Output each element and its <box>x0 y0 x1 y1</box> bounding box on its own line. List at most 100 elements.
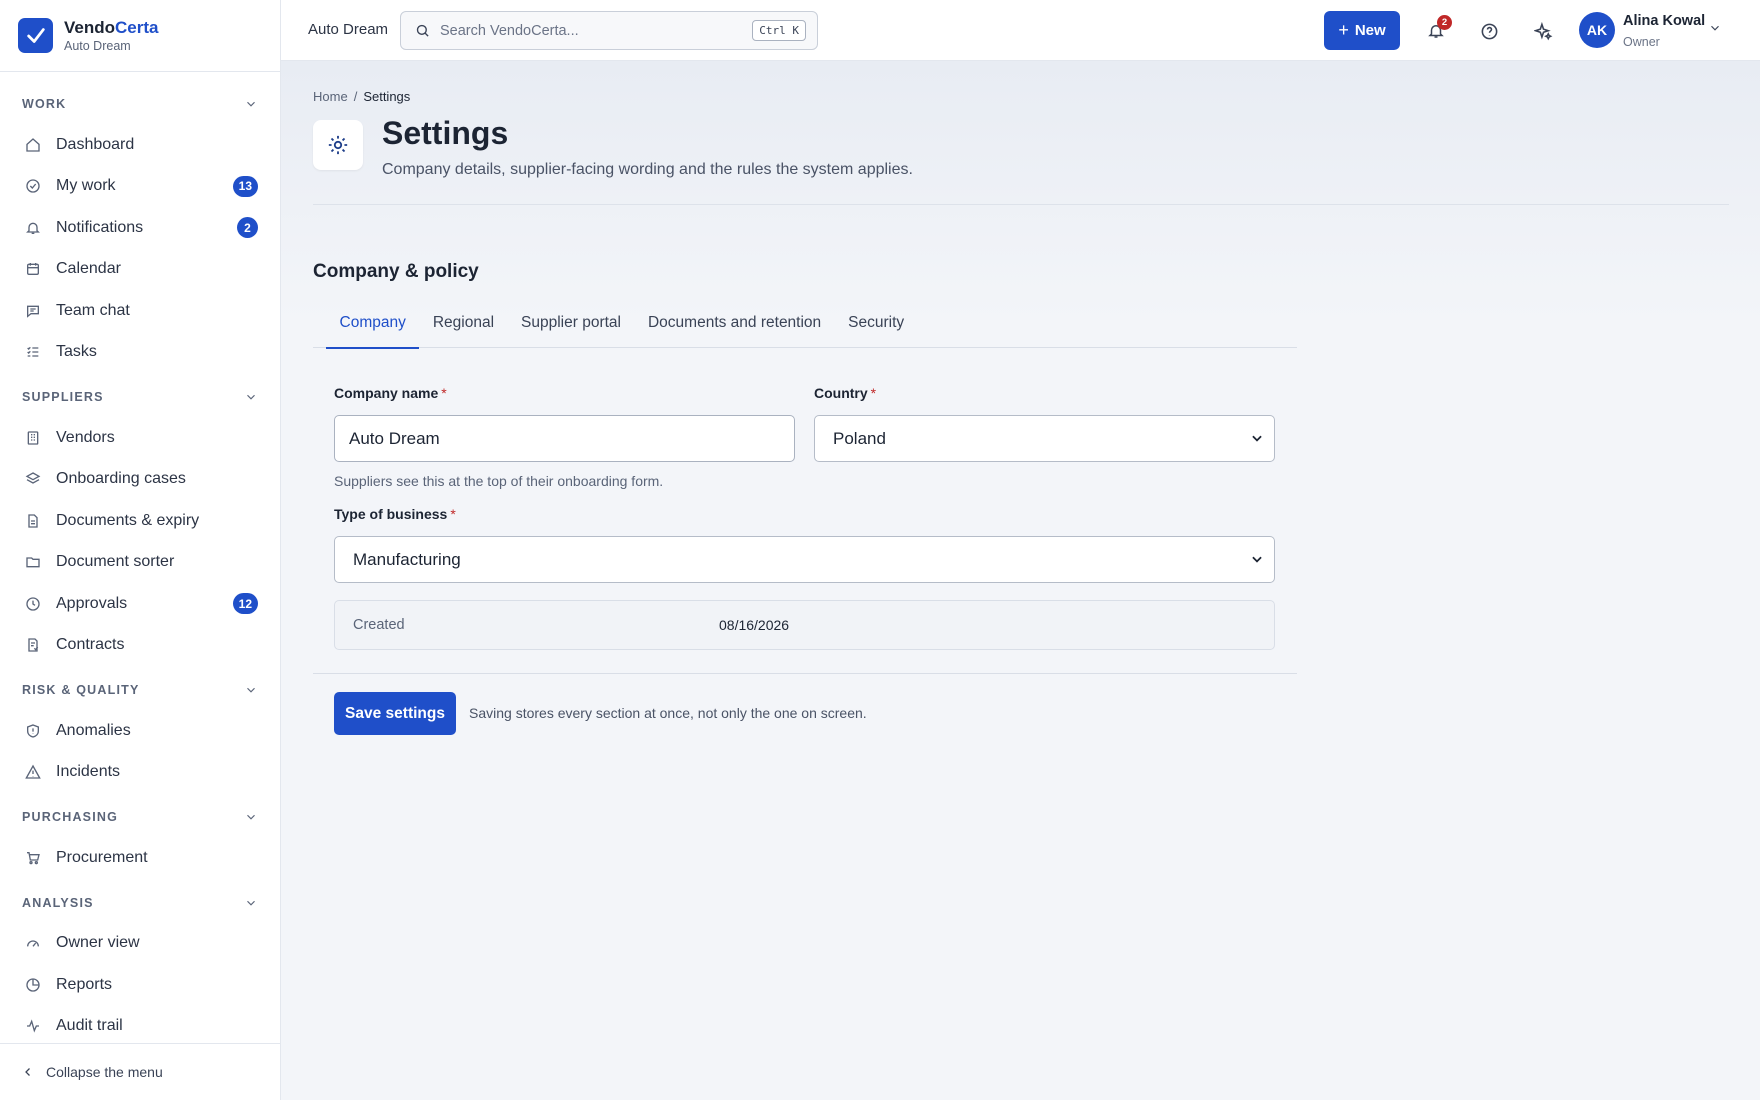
main-content: Home / Settings Settings Company details, … <box>281 61 1760 1100</box>
breadcrumb-current: Settings <box>363 89 411 104</box>
chevron-down-icon[interactable] <box>1708 21 1722 35</box>
page-subtitle: Company details, supplier-facing wording… <box>382 161 913 178</box>
tab-company[interactable]: Company <box>326 310 420 349</box>
chevron-left-icon <box>25 1068 30 1076</box>
section-suppliers[interactable]: SUPPLIERS <box>0 377 280 417</box>
clock-icon <box>24 595 42 613</box>
breadcrumb-home[interactable]: Home <box>313 89 348 104</box>
sidebar-item-anomalies[interactable]: Anomalies <box>0 710 280 752</box>
calendar-icon <box>24 260 42 278</box>
chevron-down-icon <box>247 900 255 906</box>
plus-icon: + <box>1338 20 1349 40</box>
new-button[interactable]: + New <box>1324 11 1400 50</box>
sidebar: VendoCerta Auto Dream WORK Dashboard My … <box>0 0 281 1100</box>
help-button[interactable] <box>1477 19 1501 43</box>
company-name-field[interactable]: Auto Dream <box>334 415 795 462</box>
cart-icon <box>24 849 42 867</box>
section-analysis[interactable]: ANALYSIS <box>0 883 280 923</box>
notification-count-badge: 2 <box>1437 15 1452 30</box>
current-org[interactable]: Auto Dream <box>308 21 388 38</box>
sidebar-item-reports[interactable]: Reports <box>0 964 280 1006</box>
sidebar-item-notifications[interactable]: Notifications 2 <box>0 207 280 249</box>
country-select[interactable]: Poland <box>814 415 1275 462</box>
chevron-down-icon <box>247 101 255 107</box>
topbar: Auto Dream Search VendoCerta... Ctrl K +… <box>281 0 1760 61</box>
notifications-count-badge: 2 <box>237 217 258 239</box>
sidebar-item-vendors[interactable]: Vendors <box>0 417 280 459</box>
page-title: Settings <box>382 115 509 151</box>
search-placeholder: Search VendoCerta... <box>440 22 579 39</box>
created-value: 08/16/2026 <box>719 617 790 633</box>
activity-icon <box>24 1017 42 1035</box>
document-icon <box>24 512 42 530</box>
created-readonly-row: Created 08/16/2026 <box>334 600 1275 650</box>
brand-org: Auto Dream <box>64 39 131 53</box>
settings-gear-icon <box>313 120 363 170</box>
check-circle-icon <box>24 177 42 195</box>
approvals-count-badge: 12 <box>232 593 258 615</box>
chevron-down-icon <box>247 687 255 693</box>
chat-icon <box>24 302 42 320</box>
tab-regional[interactable]: Regional <box>419 310 507 348</box>
brand[interactable]: VendoCerta Auto Dream <box>0 0 280 72</box>
layers-icon <box>24 470 42 488</box>
settings-tabs: Company Regional Supplier portal Documen… <box>313 310 1297 349</box>
business-type-label: Type of business * <box>334 506 456 522</box>
bell-icon <box>24 219 42 237</box>
tab-documents-retention[interactable]: Documents and retention <box>634 310 834 348</box>
tab-security[interactable]: Security <box>835 310 918 348</box>
pie-chart-icon <box>24 976 42 994</box>
chevron-down-icon <box>247 394 255 400</box>
notifications-button[interactable]: 2 <box>1424 15 1452 43</box>
divider <box>313 204 1729 205</box>
sidebar-item-document-sorter[interactable]: Document sorter <box>0 542 280 584</box>
sidebar-item-contracts[interactable]: Contracts <box>0 625 280 667</box>
company-name-hint: Suppliers see this at the top of their o… <box>334 473 664 489</box>
section-purchasing[interactable]: PURCHASING <box>0 797 280 837</box>
divider <box>313 673 1297 674</box>
section-work[interactable]: WORK <box>0 84 280 124</box>
collapse-menu-button[interactable]: Collapse the menu <box>0 1043 280 1100</box>
save-note: Saving stores every section at once, not… <box>469 705 867 721</box>
sidebar-item-audit-trail[interactable]: Audit trail <box>0 1006 280 1048</box>
country-value: Poland <box>833 428 886 448</box>
my-work-count-badge: 13 <box>232 175 258 197</box>
sidebar-item-calendar[interactable]: Calendar <box>0 249 280 291</box>
sidebar-item-documents-expiry[interactable]: Documents & expiry <box>0 500 280 542</box>
company-name-label: Company name * <box>334 385 447 401</box>
folder-icon <box>24 553 42 571</box>
sidebar-item-procurement[interactable]: Procurement <box>0 837 280 879</box>
user-name[interactable]: Alina Kowal <box>1623 13 1705 29</box>
sidebar-item-team-chat[interactable]: Team chat <box>0 290 280 332</box>
chevron-down-icon <box>1252 556 1262 563</box>
home-icon <box>24 136 42 154</box>
sidebar-item-approvals[interactable]: Approvals 12 <box>0 583 280 625</box>
sparkle-icon <box>1533 21 1552 40</box>
sidebar-item-my-work[interactable]: My work 13 <box>0 166 280 208</box>
search-input[interactable]: Search VendoCerta... Ctrl K <box>400 11 818 50</box>
help-icon <box>1481 23 1497 39</box>
business-type-select[interactable]: Manufacturing <box>334 536 1275 583</box>
sidebar-item-dashboard[interactable]: Dashboard <box>0 124 280 166</box>
assistant-button[interactable] <box>1531 19 1555 43</box>
shield-icon <box>24 722 42 740</box>
chevron-down-icon <box>247 814 255 820</box>
search-icon <box>416 24 429 37</box>
section-risk-quality[interactable]: RISK & QUALITY <box>0 670 280 710</box>
building-icon <box>24 429 42 447</box>
sidebar-item-tasks[interactable]: Tasks <box>0 332 280 374</box>
business-type-value: Manufacturing <box>353 549 461 569</box>
sidebar-item-onboarding-cases[interactable]: Onboarding cases <box>0 459 280 501</box>
sidebar-item-owner-view[interactable]: Owner view <box>0 923 280 965</box>
avatar[interactable]: AK <box>1579 12 1615 48</box>
tab-supplier-portal[interactable]: Supplier portal <box>508 310 635 348</box>
gauge-icon <box>24 934 42 952</box>
user-role: Owner <box>1623 35 1660 49</box>
contract-icon <box>24 636 42 654</box>
sidebar-nav: WORK Dashboard My work 13 Notifications … <box>0 72 280 1047</box>
list-icon <box>24 343 42 361</box>
sidebar-item-incidents[interactable]: Incidents <box>0 752 280 794</box>
chevron-down-icon <box>1252 435 1262 442</box>
search-shortcut: Ctrl K <box>752 20 806 41</box>
save-settings-button[interactable]: Save settings <box>334 692 456 735</box>
